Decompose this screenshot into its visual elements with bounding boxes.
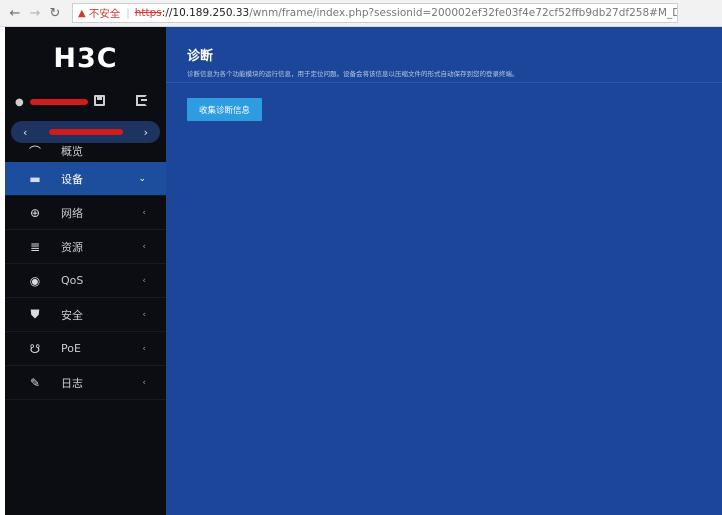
url-path: /wnm/frame/index.php?sessionid=200002ef3… (249, 7, 677, 19)
database-icon: ≣ (29, 239, 41, 254)
save-icon[interactable] (94, 95, 105, 106)
log-icon: ✎ (29, 375, 41, 390)
sidebar-item-label: QoS (61, 274, 84, 287)
page-description: 诊断信息为各个功能模块的运行信息，用于定位问题。设备会将该信息以压缩文件的形式自… (187, 70, 519, 78)
sidebar-item-qos[interactable]: ◉ QoS ‹ (5, 264, 166, 298)
sidebar-item-security[interactable]: ⛊ 安全 ‹ (5, 298, 166, 332)
back-arrow-icon[interactable]: ← (6, 4, 24, 22)
url-host: ://10.189.250.33 (161, 7, 250, 19)
shield-icon: ⛊ (30, 307, 40, 321)
device-icon: ▬ (29, 171, 41, 186)
page-title: 诊断 (187, 49, 214, 64)
user-row: ● (5, 89, 166, 115)
chevron-left-icon: ‹ (142, 275, 146, 286)
redacted-username (29, 99, 88, 105)
sidebar-item-label: 网络 (61, 206, 83, 220)
logo: H3C (5, 27, 166, 89)
sidebar: H3C ● ‹ › ⌒ 概览 ▬ 设备 ⌄ ⊕ 网络 ‹ ≣ 资源 ‹ ◉ Qo… (5, 27, 166, 515)
speedometer-icon: ⌒ (28, 144, 41, 159)
forward-arrow-icon[interactable]: → (26, 4, 44, 22)
reload-icon[interactable]: ↻ (46, 4, 64, 22)
sidebar-item-label: PoE (61, 342, 81, 355)
globe-icon: ⊕ (29, 205, 41, 220)
warning-icon: ▲ (78, 7, 86, 19)
chevron-left-icon: ‹ (142, 309, 146, 320)
sidebar-item-label: 设备 (61, 172, 83, 186)
address-bar[interactable]: ▲ 不安全 | https ://10.189.250.33 /wnm/fram… (72, 3, 678, 23)
poe-icon: ☋ (29, 341, 41, 356)
logout-icon[interactable] (136, 95, 147, 106)
sidebar-item-poe[interactable]: ☋ PoE ‹ (5, 332, 166, 366)
sidebar-item-label: 日志 (61, 376, 83, 390)
sidebar-item-label: 概览 (61, 145, 83, 158)
sidebar-item-network[interactable]: ⊕ 网络 ‹ (5, 196, 166, 230)
chevron-left-icon: ‹ (142, 377, 146, 388)
page-header: 诊断 诊断信息为各个功能模块的运行信息，用于定位问题。设备会将该信息以压缩文件的… (166, 27, 722, 83)
sidebar-item-device[interactable]: ▬ 设备 ⌄ (5, 162, 166, 196)
main-content: 诊断 诊断信息为各个功能模块的运行信息，用于定位问题。设备会将该信息以压缩文件的… (166, 27, 722, 515)
collect-diagnostics-button[interactable]: 收集诊断信息 (187, 98, 262, 121)
separator: | (126, 7, 130, 19)
browser-toolbar: ← → ↻ ▲ 不安全 | https ://10.189.250.33 /wn… (0, 0, 722, 27)
qos-icon: ◉ (29, 273, 41, 288)
insecure-label: 不安全 (88, 7, 121, 20)
sidebar-item-label: 安全 (61, 308, 83, 322)
chevron-left-icon: ‹ (142, 343, 146, 354)
user-icon: ● (15, 96, 24, 108)
sidebar-item-log[interactable]: ✎ 日志 ‹ (5, 366, 166, 400)
sidebar-item-label: 资源 (61, 240, 83, 254)
sidebar-item-resources[interactable]: ≣ 资源 ‹ (5, 230, 166, 264)
chevron-left-icon: ‹ (142, 207, 146, 218)
chevron-down-icon: ⌄ (138, 173, 146, 184)
logo-text: H3C (53, 42, 118, 74)
sidebar-menu: ⌒ 概览 ▬ 设备 ⌄ ⊕ 网络 ‹ ≣ 资源 ‹ ◉ QoS ‹ ⛊ 安全 ‹ (5, 145, 166, 400)
url-scheme: https (134, 7, 162, 19)
chevron-left-icon: ‹ (142, 241, 146, 252)
